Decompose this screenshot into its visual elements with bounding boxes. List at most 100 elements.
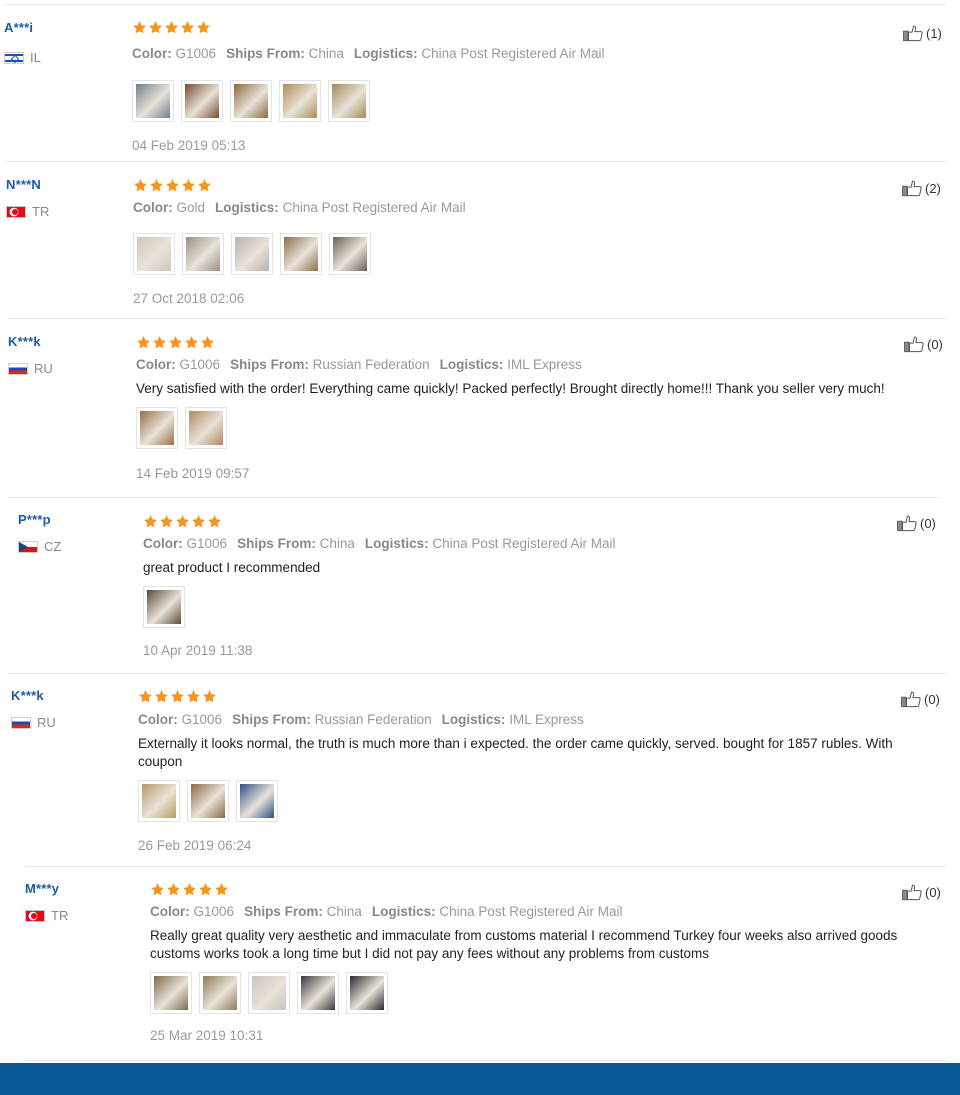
- review-photo-thumbnail[interactable]: [280, 233, 322, 275]
- star-icon: [183, 883, 196, 896]
- color-value: Gold: [176, 200, 206, 215]
- thumbs-up-icon: [902, 884, 922, 901]
- review-text: Really great quality very aesthetic and …: [150, 928, 898, 961]
- review-photo-thumbnail[interactable]: [133, 233, 175, 275]
- photo-image: [142, 784, 176, 818]
- review-photo-thumbnail[interactable]: [132, 80, 174, 122]
- helpful-button[interactable]: (0): [900, 690, 940, 708]
- logistics-label: Logistics:: [439, 357, 504, 372]
- star-icon: [167, 883, 180, 896]
- review-photo-thumbnail[interactable]: [199, 972, 241, 1014]
- logistics-label: Logistics:: [441, 712, 506, 727]
- helpful-button[interactable]: (1): [902, 24, 942, 42]
- logistics-value: IML Express: [509, 712, 584, 727]
- review-photo-thumbnail[interactable]: [143, 586, 185, 628]
- photo-image: [333, 237, 367, 271]
- review-photo-thumbnail[interactable]: [150, 972, 192, 1014]
- country-code: CZ: [44, 539, 62, 554]
- reviewer-name[interactable]: A***i: [4, 20, 33, 35]
- star-icon: [137, 336, 150, 349]
- review-date: 26 Feb 2019 06:24: [138, 838, 252, 853]
- review-photo-thumbnail[interactable]: [136, 407, 178, 449]
- review-date: 04 Feb 2019 05:13: [132, 138, 246, 153]
- review-divider: [8, 318, 946, 319]
- review-photo-thumbnail[interactable]: [230, 80, 272, 122]
- star-icon: [171, 690, 184, 703]
- star-icon: [185, 336, 198, 349]
- reviewer-country: RU: [8, 361, 53, 376]
- review-photo-thumbnail[interactable]: [328, 80, 370, 122]
- star-rating: [132, 20, 211, 35]
- review-photos: [150, 972, 388, 1014]
- thumbs-up-icon: [902, 180, 922, 197]
- thumbs-up-icon: [903, 25, 923, 42]
- star-rating: [138, 689, 217, 704]
- star-icon: [208, 515, 221, 528]
- ships-from-value: China: [326, 904, 362, 919]
- star-icon: [198, 179, 211, 192]
- review-photo-thumbnail[interactable]: [297, 972, 339, 1014]
- review-photo-thumbnail[interactable]: [346, 972, 388, 1014]
- turkey-flag: [6, 205, 26, 218]
- photo-image: [240, 784, 274, 818]
- czech-flag: [18, 540, 38, 553]
- color-value: G1006: [181, 712, 223, 727]
- color-label: Color:: [143, 536, 183, 551]
- review-text: Externally it looks normal, the truth is…: [138, 736, 893, 769]
- star-icon: [169, 336, 182, 349]
- ships-from-label: Ships From:: [244, 904, 323, 919]
- color-label: Color:: [133, 200, 173, 215]
- logistics-label: Logistics:: [215, 200, 279, 215]
- review-photo-thumbnail[interactable]: [185, 407, 227, 449]
- reviewer-name[interactable]: K***k: [8, 334, 41, 349]
- color-label: Color:: [132, 46, 172, 61]
- review-date: 10 Apr 2019 11:38: [143, 643, 253, 658]
- review-photo-thumbnail[interactable]: [187, 780, 229, 822]
- reviewer-name[interactable]: P***p: [18, 512, 51, 527]
- review-photo-thumbnail[interactable]: [181, 80, 223, 122]
- photo-image: [154, 976, 188, 1010]
- review-divider: [8, 497, 940, 498]
- helpful-button[interactable]: (0): [896, 514, 936, 532]
- helpful-count: (0): [920, 515, 936, 531]
- star-icon: [144, 515, 157, 528]
- country-code: RU: [37, 715, 56, 730]
- photo-image: [189, 411, 223, 445]
- star-icon: [160, 515, 173, 528]
- star-icon: [155, 690, 168, 703]
- review-photo-thumbnail[interactable]: [182, 233, 224, 275]
- color-value: G1006: [179, 357, 221, 372]
- reviewer-name[interactable]: M***y: [25, 881, 59, 896]
- logistics-value: IML Express: [507, 357, 582, 372]
- logistics-label: Logistics:: [353, 46, 418, 61]
- review-photos: [133, 233, 371, 275]
- review-photos: [132, 80, 370, 122]
- country-code: TR: [32, 204, 50, 219]
- photo-image: [147, 590, 181, 624]
- star-icon: [165, 21, 178, 34]
- turkey-flag: [25, 909, 45, 922]
- review-photo-thumbnail[interactable]: [329, 233, 371, 275]
- review-photo-thumbnail[interactable]: [236, 780, 278, 822]
- order-info: Color: G1006 Ships From: China Logistics: …: [132, 46, 605, 61]
- reviewer-name[interactable]: N***N: [6, 177, 41, 192]
- photo-image: [234, 84, 268, 118]
- country-code: IL: [30, 50, 41, 65]
- review-photo-thumbnail[interactable]: [248, 972, 290, 1014]
- photo-image: [284, 237, 318, 271]
- ships-from-value: China: [308, 46, 344, 61]
- reviewer-name[interactable]: K***k: [11, 688, 44, 703]
- helpful-button[interactable]: (0): [903, 335, 943, 353]
- ships-from-value: China: [319, 536, 355, 551]
- color-label: Color:: [138, 712, 178, 727]
- review-photo-thumbnail[interactable]: [231, 233, 273, 275]
- color-label: Color:: [136, 357, 176, 372]
- helpful-count: (1): [926, 25, 942, 41]
- helpful-button[interactable]: (2): [901, 179, 941, 197]
- review-photo-thumbnail[interactable]: [138, 780, 180, 822]
- review-photos: [138, 780, 278, 822]
- helpful-button[interactable]: (0): [901, 883, 941, 901]
- helpful-count: (2): [925, 180, 941, 196]
- review-photo-thumbnail[interactable]: [279, 80, 321, 122]
- star-icon: [139, 690, 152, 703]
